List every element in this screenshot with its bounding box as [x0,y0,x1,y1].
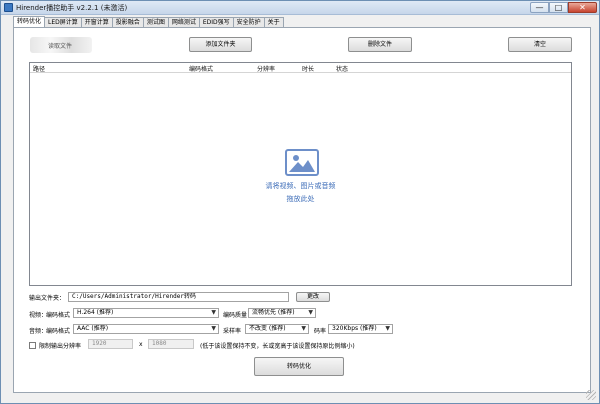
file-list[interactable]: 路径 编码格式 分辨率 时长 状态 请将视频、图片或音频 拖放此处 [29,62,572,286]
minimize-button[interactable]: — [530,2,549,13]
column-duration[interactable]: 时长 [302,64,314,73]
app-window: Hirender播控助手 v2.2.1 (未激活) — □ ✕ 转码优化 LED… [0,0,600,404]
chevron-down-icon: ▼ [385,325,390,332]
output-folder-field[interactable]: C:/Users/Administrator/Hirender转码 [68,292,289,302]
chevron-down-icon: ▼ [308,309,313,316]
resize-grip[interactable] [586,390,596,400]
audio-bitrate-label: 码率 [314,328,327,335]
drop-hint-line1: 请将视频、图片或音频 [265,182,336,190]
limit-resolution-checkbox[interactable] [29,342,36,349]
read-file-label: 读取文件 [48,43,73,50]
limit-resolution-label: 限制输出分辨率 [39,343,82,350]
audio-codec-select[interactable]: AAC (推荐) ▼ [73,324,219,334]
video-codec-value: H.264 (推荐) [77,309,114,316]
window-title: Hirender播控助手 v2.2.1 (未激活) [16,4,128,12]
audio-samplerate-value: 不改变 (推荐) [249,325,286,332]
drop-hint-line2: 拖放此处 [286,195,315,203]
chevron-down-icon: ▼ [211,325,216,332]
video-codec-select[interactable]: H.264 (推荐) ▼ [73,308,219,318]
read-file-area[interactable]: 读取文件 [30,37,92,53]
audio-bitrate-select[interactable]: 320Kbps (推荐) ▼ [328,324,393,334]
change-folder-button[interactable]: 更改 [296,292,330,302]
video-quality-value: 流畅优先 (推荐) [252,309,295,316]
chevron-down-icon: ▼ [301,325,306,332]
chevron-down-icon: ▼ [211,309,216,316]
times-sign: x [139,341,143,348]
audio-samplerate-label: 采样率 [223,328,242,335]
resolution-height-field[interactable]: 1080 [148,339,194,349]
add-folder-button[interactable]: 添加文件夹 [189,37,252,52]
resolution-note: (低于该设置保持不变，长或宽高于该设置保持原比例缩小) [200,343,355,350]
delete-file-button[interactable]: 删除文件 [348,37,412,52]
output-folder-label: 输出文件夹： [29,295,66,302]
column-status[interactable]: 状态 [336,64,348,73]
audio-samplerate-select[interactable]: 不改变 (推荐) ▼ [245,324,309,334]
column-resolution[interactable]: 分辨率 [257,64,275,73]
video-quality-select[interactable]: 流畅优先 (推荐) ▼ [248,308,316,318]
transcode-button[interactable]: 转码优化 [254,357,344,376]
audio-bitrate-value: 320Kbps (推荐) [332,325,377,332]
video-row-label: 视频： [29,312,48,319]
app-logo-icon [4,3,13,12]
tab-bar: 转码优化 LED屏计算 开窗计算 投影融合 测试图 网络测试 EDID强写 安全… [13,16,284,28]
clear-button[interactable]: 清空 [508,37,572,52]
column-codec[interactable]: 编码格式 [189,64,213,73]
maximize-button[interactable]: □ [549,2,568,13]
audio-codec-label: 编码格式 [46,328,71,335]
audio-codec-value: AAC (推荐) [77,325,109,332]
resolution-width-field[interactable]: 1920 [88,339,133,349]
video-codec-label: 编码格式 [46,312,71,319]
close-button[interactable]: ✕ [568,2,597,13]
image-placeholder-icon [285,149,319,176]
video-quality-label: 编码质量 [223,312,248,319]
title-bar[interactable]: Hirender播控助手 v2.2.1 (未激活) — □ ✕ [1,1,599,15]
list-header: 路径 编码格式 分辨率 时长 状态 [30,63,571,73]
audio-row-label: 音频： [29,328,48,335]
column-path[interactable]: 路径 [33,64,45,73]
